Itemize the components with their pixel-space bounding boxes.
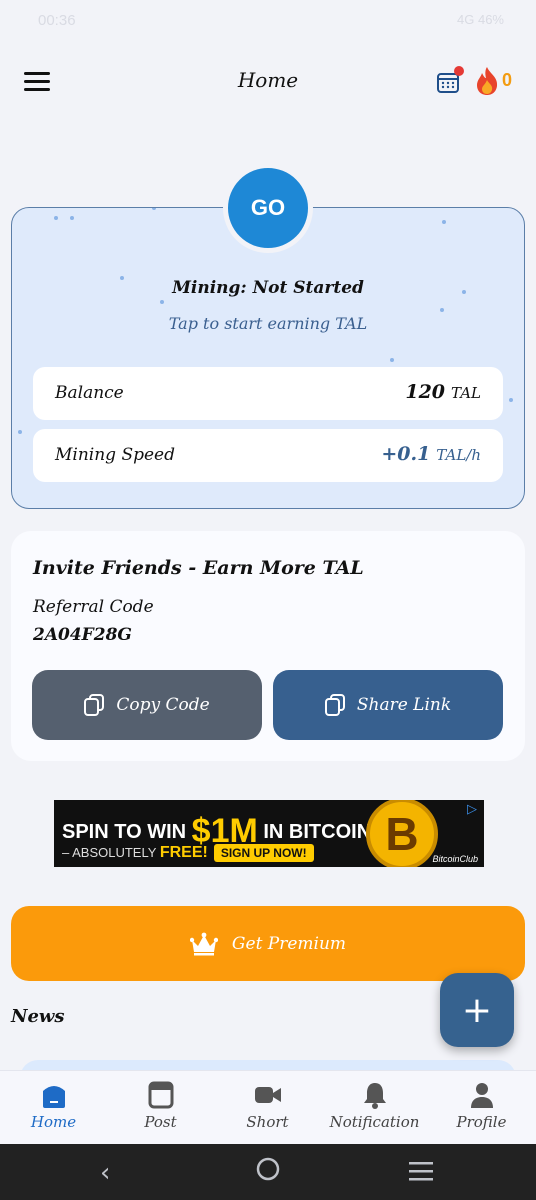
- decorative-bubble: [160, 300, 164, 304]
- copy-icon: [84, 694, 105, 716]
- nav-item-profile[interactable]: Profile: [428, 1071, 535, 1145]
- system-nav-bar: ‹: [0, 1144, 536, 1200]
- app-bar: Home 0: [0, 52, 536, 110]
- ad-brand: BitcoinClub: [432, 854, 478, 864]
- share-link-label: Share Link: [356, 695, 452, 715]
- mining-speed-value: +0.1 TAL/h: [381, 443, 481, 465]
- notification-dot: [454, 66, 464, 76]
- decorative-bubble: [18, 430, 22, 434]
- balance-row: Balance 120 TAL: [33, 367, 503, 420]
- referral-code-value: 2A04F28G: [33, 625, 132, 645]
- crown-icon: [189, 932, 218, 955]
- adchoices-icon[interactable]: ▷: [467, 803, 481, 817]
- balance-value: 120 TAL: [405, 381, 481, 403]
- share-link-button[interactable]: Share Link: [273, 670, 503, 740]
- bell-icon: [364, 1083, 386, 1109]
- home-circle-icon[interactable]: [255, 1156, 281, 1186]
- nav-label-profile: Profile: [456, 1113, 507, 1131]
- get-premium-label: Get Premium: [231, 933, 347, 954]
- get-premium-button[interactable]: Get Premium: [11, 906, 525, 981]
- invite-title: Invite Friends - Earn More TAL: [33, 557, 364, 579]
- ad-signup-button[interactable]: SIGN UP NOW!: [213, 844, 314, 862]
- news-heading: News: [11, 1006, 65, 1027]
- video-icon: [255, 1087, 281, 1103]
- decorative-bubble: [152, 208, 156, 210]
- mining-speed-label: Mining Speed: [55, 445, 175, 465]
- copy-icon: [324, 694, 345, 716]
- nav-label-home: Home: [30, 1113, 77, 1131]
- nav-label-post: Post: [144, 1113, 177, 1131]
- calendar-icon[interactable]: [436, 66, 464, 94]
- add-fab-button[interactable]: +: [440, 973, 514, 1047]
- home-icon: [43, 1086, 65, 1108]
- mining-status: Mining: Not Started: [172, 278, 364, 298]
- decorative-bubble: [70, 216, 74, 220]
- recents-icon[interactable]: [408, 1160, 434, 1186]
- status-indicators: 4G 46%: [457, 12, 504, 27]
- nav-item-home[interactable]: Home: [0, 1071, 107, 1145]
- nav-item-notification[interactable]: Notification: [321, 1071, 428, 1145]
- balance-label: Balance: [55, 383, 124, 403]
- bitcoin-coin-icon: B: [366, 800, 438, 867]
- ad-banner[interactable]: SPIN TO WIN $1M IN BITCOIN – ABSOLUTELY …: [54, 800, 484, 867]
- bottom-nav: Home Post Short Notification Profile: [0, 1070, 536, 1144]
- status-time: 00:36: [38, 12, 76, 29]
- nav-label-short: Short: [246, 1113, 289, 1131]
- mining-speed-row: Mining Speed +0.1 TAL/h: [33, 429, 503, 482]
- back-icon[interactable]: ‹: [100, 1158, 110, 1188]
- nav-item-short[interactable]: Short: [214, 1071, 321, 1145]
- flame-icon[interactable]: [474, 66, 500, 96]
- referral-code-label: Referral Code: [33, 597, 154, 617]
- mining-hint: Tap to start earning TAL: [168, 314, 368, 333]
- copy-code-button[interactable]: Copy Code: [32, 670, 262, 740]
- decorative-bubble: [390, 358, 394, 362]
- decorative-bubble: [440, 308, 444, 312]
- decorative-bubble: [509, 398, 513, 402]
- copy-code-label: Copy Code: [116, 695, 210, 715]
- nav-label-notification: Notification: [329, 1113, 420, 1131]
- post-icon: [148, 1081, 174, 1109]
- decorative-bubble: [442, 220, 446, 224]
- ad-subline: – ABSOLUTELY FREE! SIGN UP NOW!: [62, 844, 314, 862]
- nav-item-post[interactable]: Post: [107, 1071, 214, 1145]
- status-bar: 00:36 4G 46%: [0, 0, 536, 42]
- streak-count: 0: [502, 70, 513, 90]
- person-icon: [471, 1083, 493, 1108]
- mining-speed-unit: TAL/h: [436, 446, 481, 464]
- balance-unit: TAL: [451, 384, 481, 402]
- go-mining-button[interactable]: GO: [223, 163, 313, 253]
- decorative-bubble: [54, 216, 58, 220]
- invite-card: Invite Friends - Earn More TAL Referral …: [11, 531, 525, 761]
